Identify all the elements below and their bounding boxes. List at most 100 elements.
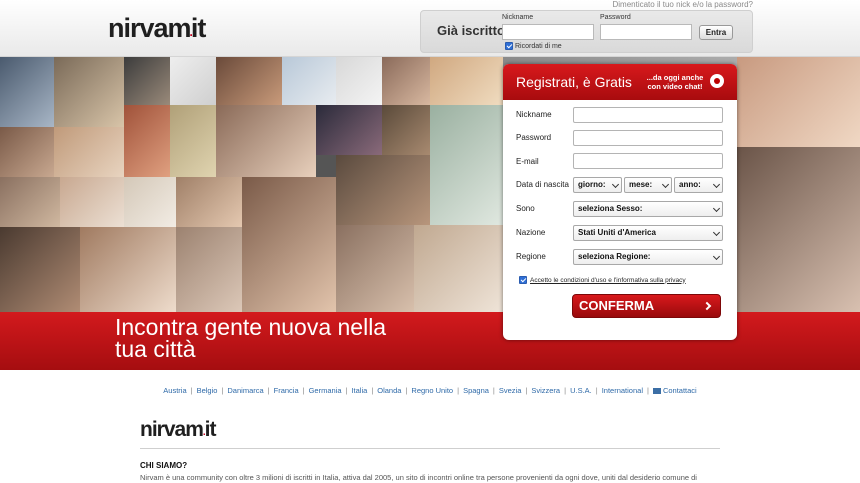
remember-checkbox[interactable] — [505, 42, 513, 50]
member-photo — [124, 177, 176, 227]
login-nickname-input[interactable] — [502, 24, 594, 40]
region-field-label: Regione — [516, 252, 546, 261]
member-photo — [170, 105, 216, 177]
separator: | — [525, 386, 528, 395]
separator: | — [221, 386, 224, 395]
separator: | — [564, 386, 567, 395]
member-photo — [54, 57, 124, 127]
login-title: Già iscritto — [437, 23, 505, 38]
password-label: Password — [600, 14, 631, 21]
separator: | — [457, 386, 460, 395]
contact-link[interactable]: Contattaci — [663, 386, 697, 395]
password-field-label: Password — [516, 133, 552, 142]
member-photo — [336, 155, 430, 225]
chevron-down-icon — [661, 180, 670, 189]
forgot-password-link[interactable]: Dimenticato il tuo nick e/o la password? — [612, 0, 753, 9]
chevron-right-icon — [702, 301, 712, 311]
country-link[interactable]: U.S.A. — [570, 386, 592, 395]
webcam-icon — [710, 74, 724, 88]
member-photo — [0, 127, 54, 177]
region-value: seleziona Regione: — [578, 252, 651, 261]
separator: | — [267, 386, 270, 395]
separator: | — [345, 386, 348, 395]
country-link[interactable]: Regno Unito — [411, 386, 453, 395]
separator: | — [405, 386, 408, 395]
separator: | — [371, 386, 374, 395]
member-photo — [430, 57, 503, 105]
divider — [140, 448, 720, 449]
gender-select[interactable]: seleziona Sesso: — [573, 201, 723, 217]
gender-value: seleziona Sesso: — [578, 204, 643, 213]
member-photo — [216, 105, 316, 177]
country-link[interactable]: Svizzera — [531, 386, 560, 395]
login-password-input[interactable] — [600, 24, 692, 40]
register-nickname-input[interactable] — [573, 107, 723, 123]
site-logo[interactable]: nirvam.it — [108, 13, 206, 44]
register-email-input[interactable] — [573, 153, 723, 169]
country-link[interactable]: Svezia — [499, 386, 522, 395]
logo-text-pre: nirvam — [108, 13, 192, 43]
region-select[interactable]: seleziona Regione: — [573, 249, 723, 265]
country-link[interactable]: Germania — [309, 386, 342, 395]
member-photo — [414, 225, 503, 312]
nation-field-label: Nazione — [516, 228, 546, 237]
terms-checkbox[interactable] — [519, 276, 527, 284]
country-link[interactable]: Italia — [351, 386, 367, 395]
member-photo — [124, 57, 170, 105]
separator: | — [492, 386, 495, 395]
login-button[interactable]: Entra — [699, 25, 733, 40]
remember-me[interactable]: Ricordati di me — [505, 42, 562, 50]
member-photo — [382, 57, 430, 105]
separator: | — [646, 386, 649, 395]
footer-logo[interactable]: nirvam.it — [140, 418, 217, 442]
member-photo — [336, 57, 382, 105]
registration-header: Registrati, è Gratis ...da oggi anche co… — [503, 64, 737, 100]
birth-year-value: anno: — [679, 180, 701, 189]
member-photo — [430, 105, 503, 225]
member-photo — [282, 57, 336, 105]
tagline: Incontra gente nuova nella tua città — [115, 314, 435, 361]
member-photo — [316, 105, 382, 155]
country-link[interactable]: Francia — [274, 386, 299, 395]
footer-logo-text-post: it — [204, 418, 217, 441]
member-photo — [60, 177, 124, 227]
member-photo — [216, 57, 282, 105]
member-photo — [336, 225, 414, 312]
country-link[interactable]: Olanda — [377, 386, 401, 395]
member-photo — [80, 227, 176, 312]
confirm-button[interactable]: CONFERMA — [572, 294, 721, 318]
member-photo — [176, 177, 242, 227]
video-chat-note-line-2: con video chat! — [647, 82, 703, 91]
terms-agreement[interactable]: Accetto le condizioni d'uso e l'informat… — [519, 276, 686, 284]
country-links: Austria | Belgio | Danimarca | Francia | Germani… — [0, 386, 860, 395]
country-link[interactable]: Austria — [163, 386, 186, 395]
birth-month-value: mese: — [629, 180, 653, 189]
birth-year-select[interactable]: anno: — [674, 177, 723, 193]
confirm-label: CONFERMA — [579, 298, 655, 313]
member-photo — [124, 105, 170, 177]
birth-month-select[interactable]: mese: — [624, 177, 672, 193]
country-link[interactable]: Danimarca — [227, 386, 263, 395]
birth-day-select[interactable]: giorno: — [573, 177, 622, 193]
member-photo — [382, 105, 430, 155]
country-link[interactable]: Belgio — [197, 386, 218, 395]
nation-select[interactable]: Stati Uniti d'America — [573, 225, 723, 241]
chevron-down-icon — [712, 180, 721, 189]
member-photo — [0, 57, 54, 127]
terms-link[interactable]: Accetto le condizioni d'uso e l'informat… — [530, 277, 686, 284]
member-photo — [176, 227, 242, 312]
country-link[interactable]: Spagna — [463, 386, 489, 395]
separator: | — [595, 386, 598, 395]
member-photo — [737, 57, 860, 147]
country-link[interactable]: International — [602, 386, 643, 395]
registration-title: Registrati, è Gratis — [516, 74, 632, 90]
gender-field-label: Sono — [516, 204, 535, 213]
register-password-input[interactable] — [573, 130, 723, 146]
tagline-line-1: Incontra gente nuova nella — [115, 314, 387, 340]
footer-logo-text-pre: nirvam — [140, 418, 204, 441]
mail-icon — [652, 388, 661, 395]
chevron-down-icon — [712, 252, 721, 261]
remember-label: Ricordati di me — [515, 42, 562, 50]
logo-heart-dot: . — [189, 25, 194, 39]
registration-form: Registrati, è Gratis ...da oggi anche co… — [503, 64, 737, 340]
